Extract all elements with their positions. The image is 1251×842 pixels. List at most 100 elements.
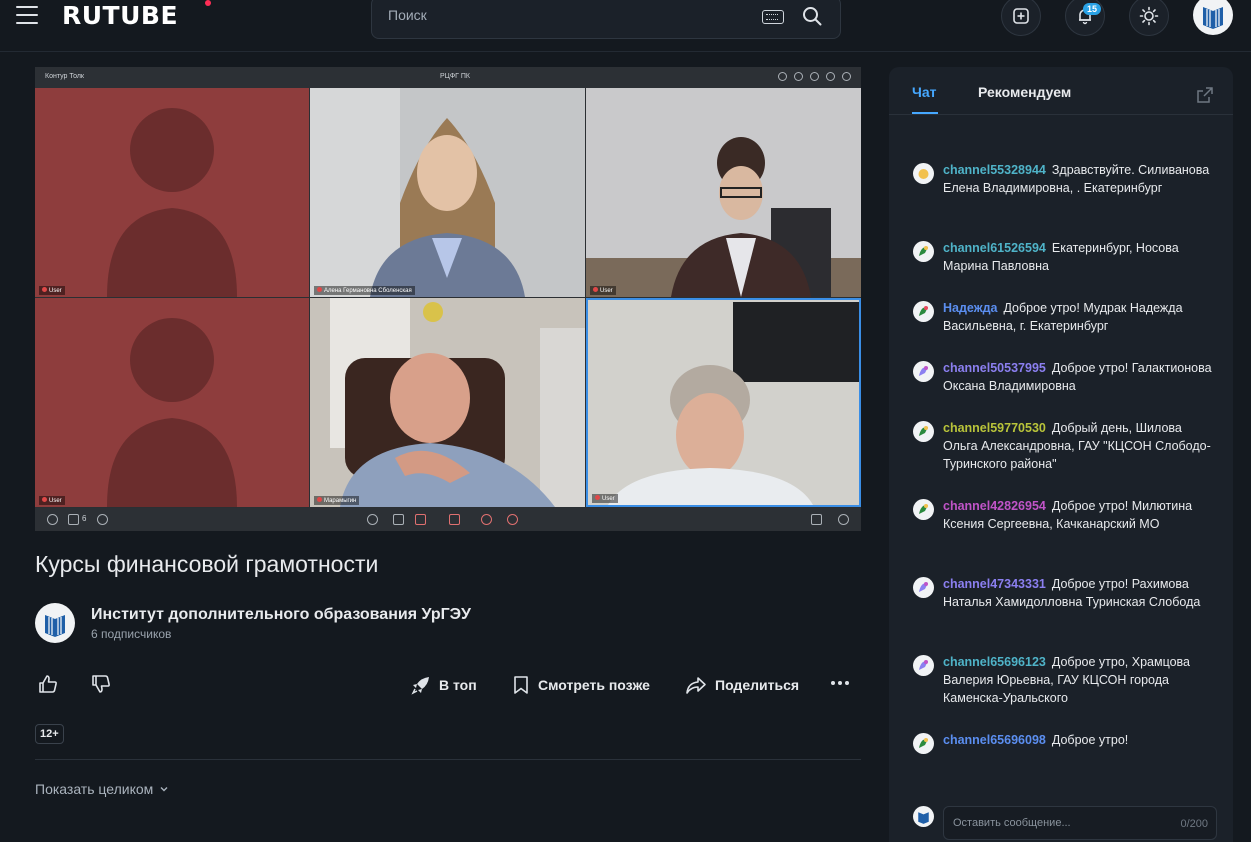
conference-topbar: Контур Толк РЦФГ ПК xyxy=(35,67,861,88)
user-avatar-icon xyxy=(913,733,934,754)
book-logo-icon xyxy=(45,615,65,637)
tab-chat[interactable]: Чат xyxy=(912,84,936,100)
mic-off-icon[interactable] xyxy=(415,514,426,525)
record-icon[interactable] xyxy=(481,514,492,525)
chat-username[interactable]: channel55328944 xyxy=(943,163,1046,177)
chat-username[interactable]: channel61526594 xyxy=(943,241,1046,255)
more-icon xyxy=(842,72,851,81)
participant-video xyxy=(310,88,585,297)
participant-tile-active: User xyxy=(586,298,861,507)
layout-icon[interactable] xyxy=(811,514,822,525)
more-options-icon[interactable] xyxy=(831,681,849,685)
theme-toggle-button[interactable] xyxy=(1129,0,1169,36)
video-title: Курсы финансовой грамотности xyxy=(35,551,379,577)
user-avatar-icon xyxy=(913,241,934,262)
user-avatar-icon xyxy=(913,301,934,322)
participant-video xyxy=(310,298,585,507)
chat-username[interactable]: channel65696123 xyxy=(943,655,1046,669)
user-avatar-icon xyxy=(913,577,934,598)
notifications-badge: 15 xyxy=(1083,3,1102,15)
participant-tile: User xyxy=(586,88,861,297)
show-more-button[interactable]: Показать целиком xyxy=(35,781,169,797)
hangup-icon[interactable] xyxy=(507,514,518,525)
participant-tile: Алена Германовна Сболенская xyxy=(310,88,585,297)
book-logo-icon xyxy=(918,812,929,824)
user-avatar-icon xyxy=(913,499,934,520)
divider xyxy=(35,759,861,760)
participant-label: User xyxy=(590,286,616,295)
top-button[interactable]: В топ xyxy=(411,674,477,696)
chat-bubble-icon[interactable] xyxy=(97,514,108,525)
channel-avatar[interactable] xyxy=(35,603,75,643)
participant-video xyxy=(588,300,859,505)
dislike-icon[interactable] xyxy=(91,674,111,694)
search-input[interactable] xyxy=(388,7,748,23)
share-arrow-icon xyxy=(686,677,706,694)
menu-icon[interactable] xyxy=(16,6,38,24)
upload-button[interactable] xyxy=(1001,0,1041,36)
conference-topbar-icons xyxy=(778,72,851,81)
top-button-label: В топ xyxy=(439,677,477,693)
like-icon[interactable] xyxy=(38,674,58,694)
watch-later-button[interactable]: Смотреть позже xyxy=(512,674,650,696)
keyboard-icon[interactable] xyxy=(762,10,784,24)
conference-app-name: Контур Толк xyxy=(45,73,84,80)
chat-message-input[interactable] xyxy=(953,817,1163,829)
participant-tile: User xyxy=(35,88,309,297)
share-button[interactable]: Поделиться xyxy=(685,674,799,696)
chat-username[interactable]: channel47343331 xyxy=(943,577,1046,591)
bookmark-icon xyxy=(514,676,528,694)
channel-name[interactable]: Институт дополнительного образования УрГ… xyxy=(91,606,471,624)
tab-recommended[interactable]: Рекомендуем xyxy=(978,84,1071,100)
my-avatar xyxy=(913,806,934,827)
chevron-down-icon xyxy=(160,787,168,792)
chat-username[interactable]: Надежда xyxy=(943,301,997,315)
network-icon[interactable] xyxy=(47,514,58,525)
participant-video xyxy=(586,88,861,297)
participant-tile: Марамыгин xyxy=(310,298,585,507)
notifications-button[interactable]: 15 xyxy=(1065,0,1105,36)
help-icon[interactable] xyxy=(838,514,849,525)
chat-panel: Чат Рекомендуем channel55328944 Здравству… xyxy=(889,67,1233,842)
camera-off-icon[interactable] xyxy=(449,514,460,525)
chat-username[interactable]: channel59770530 xyxy=(943,421,1046,435)
user-silhouette-icon xyxy=(107,108,237,297)
phone-icon xyxy=(778,72,787,81)
rutube-logo[interactable]: RUTUBE xyxy=(62,1,178,30)
participant-label: User xyxy=(39,496,65,505)
subscriber-count: 6 подписчиков xyxy=(91,627,172,641)
video-player[interactable]: Контур Толк РЦФГ ПК User Алена Германовн… xyxy=(35,67,861,531)
user-avatar-icon xyxy=(913,361,934,382)
share-label: Поделиться xyxy=(715,677,800,693)
participant-label: Марамыгин xyxy=(314,496,360,505)
user-avatar-icon xyxy=(913,655,934,676)
chat-username[interactable]: channel65696098 xyxy=(943,733,1046,747)
popout-icon[interactable] xyxy=(1196,86,1214,104)
user-avatar[interactable] xyxy=(1193,0,1233,35)
participant-label: User xyxy=(39,286,65,295)
chat-username[interactable]: channel50537995 xyxy=(943,361,1046,375)
book-logo-icon xyxy=(1203,7,1223,29)
participant-label: Алена Германовна Сболенская xyxy=(314,286,415,295)
show-more-label: Показать целиком xyxy=(35,781,154,797)
chat-input-box[interactable]: 0/200 xyxy=(943,806,1217,840)
rocket-icon xyxy=(411,677,429,695)
user-avatar-icon xyxy=(913,163,934,184)
age-rating-badge: 12+ xyxy=(35,724,64,744)
search-box[interactable] xyxy=(371,0,841,39)
sun-icon xyxy=(1139,6,1159,26)
participants-count: 6 xyxy=(82,514,87,523)
user-silhouette-icon xyxy=(107,318,237,507)
participants-icon[interactable] xyxy=(68,514,79,525)
search-icon[interactable] xyxy=(802,6,822,26)
raise-hand-icon[interactable] xyxy=(367,514,378,525)
chat-text: Доброе утро! xyxy=(1051,733,1129,747)
chat-header-divider xyxy=(889,114,1233,115)
logo-dot xyxy=(205,0,211,6)
conference-room-name: РЦФГ ПК xyxy=(440,73,471,80)
chat-username[interactable]: channel42826954 xyxy=(943,499,1046,513)
watch-later-label: Смотреть позже xyxy=(538,677,650,693)
screen-share-icon[interactable] xyxy=(393,514,404,525)
top-header: RUTUBE 15 xyxy=(0,0,1251,52)
participant-tile: User xyxy=(35,298,309,507)
